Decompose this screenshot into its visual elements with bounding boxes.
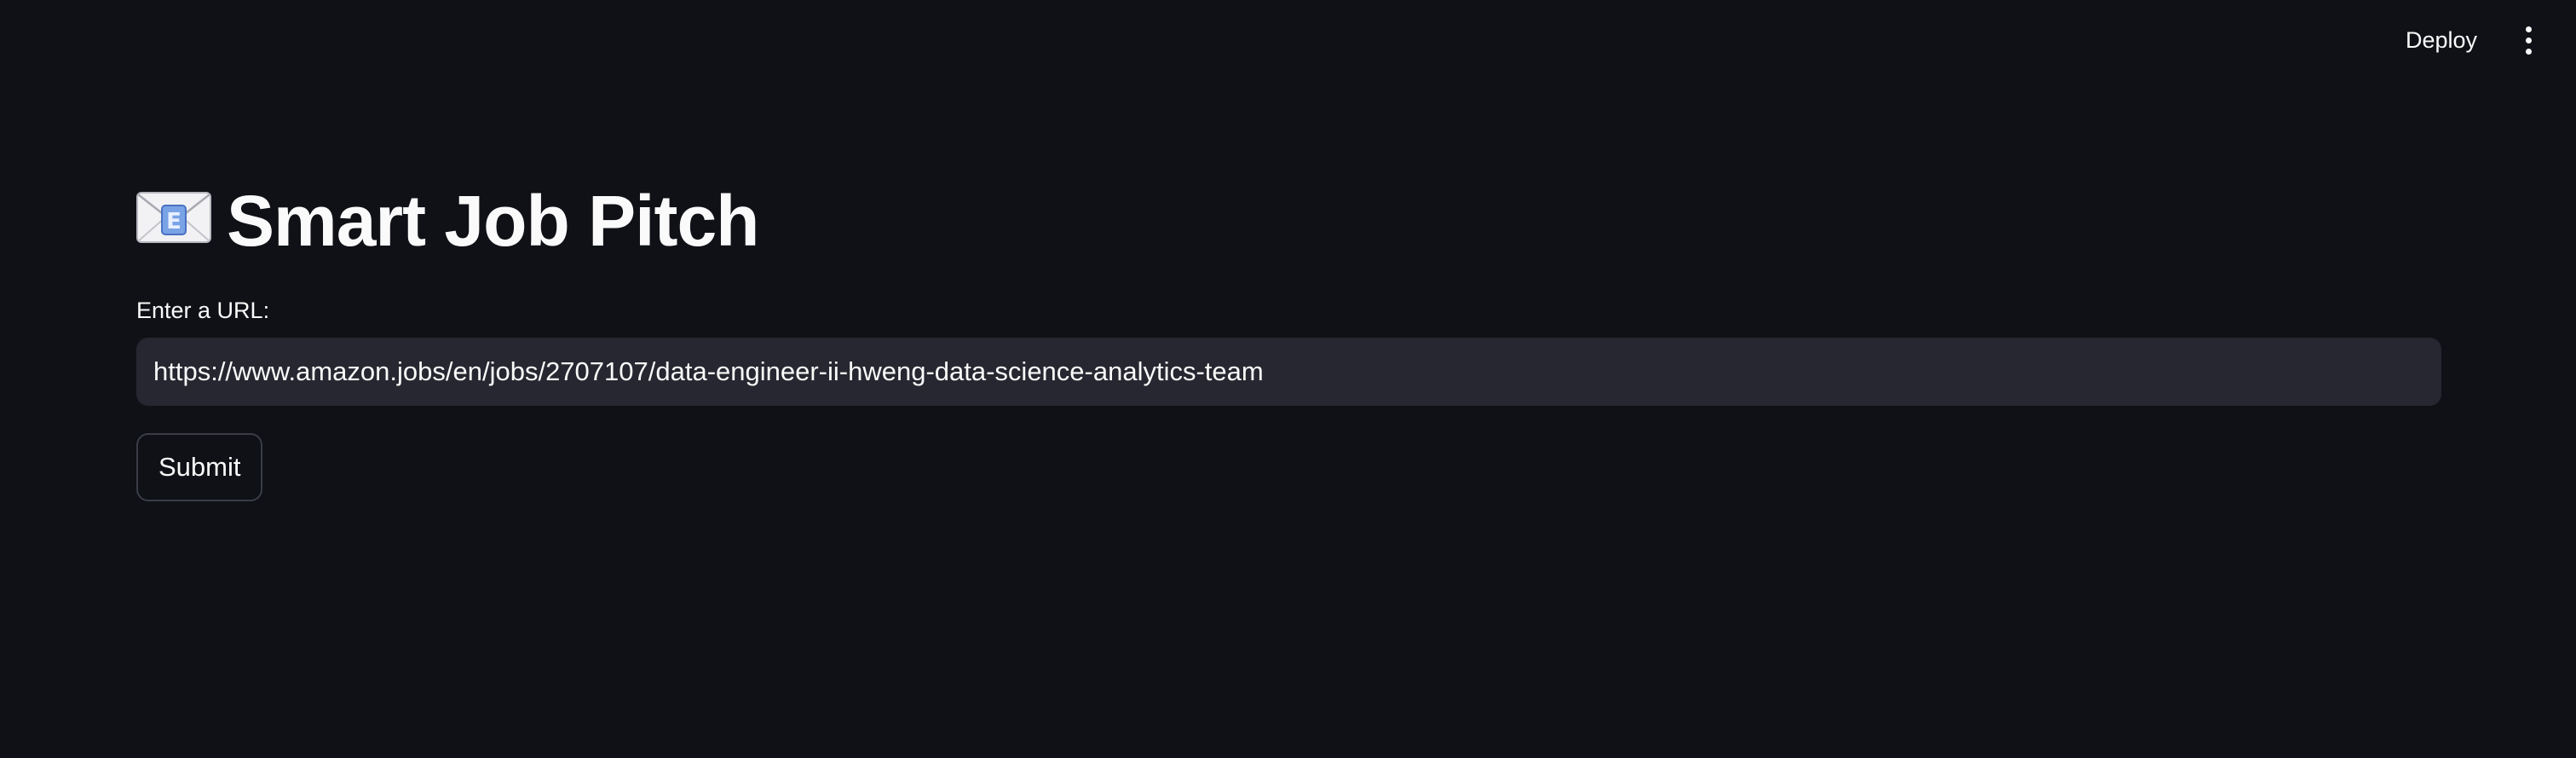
main-menu-button[interactable] bbox=[2511, 20, 2545, 61]
url-field-label: Enter a URL: bbox=[136, 298, 270, 323]
app-root: Deploy E Smart Job Pitch Enter a URL: ht… bbox=[0, 0, 2576, 758]
envelope-e-icon: E bbox=[136, 192, 211, 243]
main-content: E Smart Job Pitch Enter a URL: Submit bbox=[136, 171, 2441, 501]
kebab-menu-icon bbox=[2525, 26, 2532, 32]
svg-text:E: E bbox=[166, 209, 182, 234]
submit-button[interactable]: Submit bbox=[136, 433, 263, 501]
kebab-menu-icon-dot bbox=[2525, 48, 2532, 55]
top-toolbar: Deploy bbox=[2390, 0, 2576, 80]
kebab-menu-icon-dot bbox=[2525, 37, 2532, 43]
title-row: E Smart Job Pitch bbox=[136, 171, 2441, 271]
url-input[interactable] bbox=[136, 338, 2441, 406]
page-title: Smart Job Pitch bbox=[227, 181, 759, 261]
deploy-button[interactable]: Deploy bbox=[2390, 19, 2492, 62]
